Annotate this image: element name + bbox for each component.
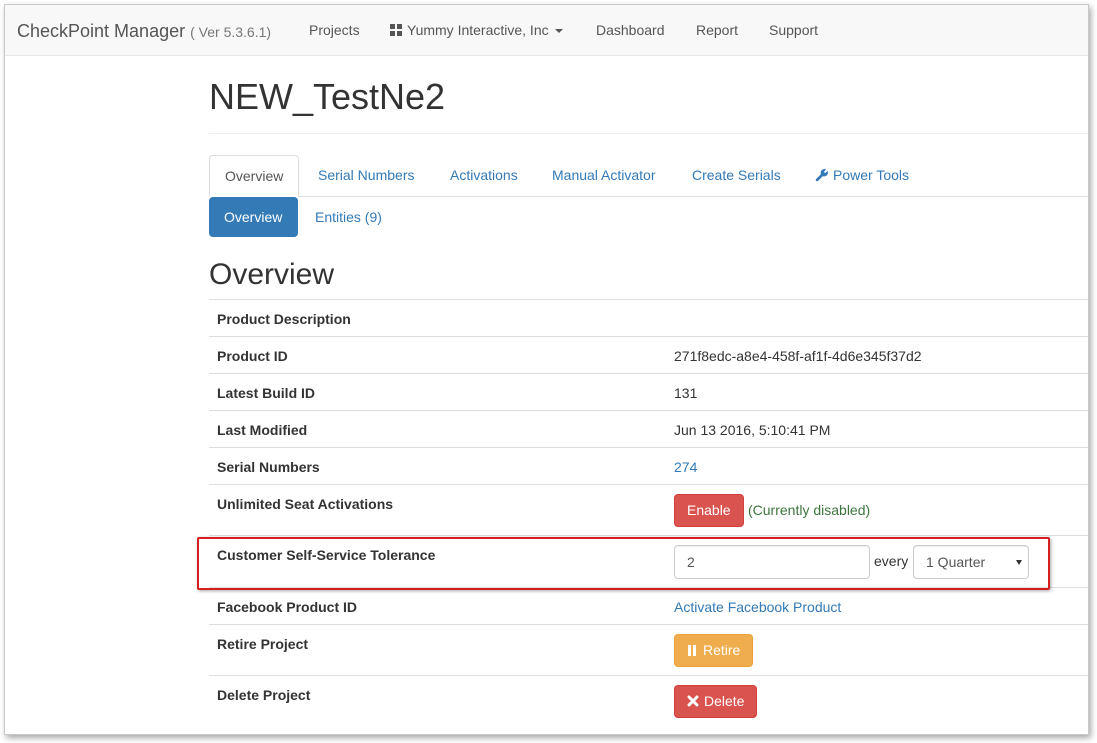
value-product-id: 271f8edc-a8e4-458f-af1f-4d6e345f37d2: [674, 348, 922, 364]
nav-report[interactable]: Report: [696, 22, 738, 38]
retire-button[interactable]: Retire: [674, 634, 754, 667]
tab-activations[interactable]: Activations: [435, 155, 533, 197]
tab-create-serials[interactable]: Create Serials: [677, 155, 796, 197]
table-row-unlimited-seat: Unlimited Seat Activations Enable (Curre…: [209, 484, 1088, 535]
retire-button-label: Retire: [703, 642, 741, 658]
table-row-last-modified: Last Modified Jun 13 2016, 5:10:41 PM: [209, 410, 1088, 447]
table-row-product-id: Product ID 271f8edc-a8e4-458f-af1f-4d6e3…: [209, 336, 1088, 373]
tab-overview[interactable]: Overview: [209, 155, 300, 197]
brand[interactable]: CheckPoint Manager ( Ver 5.3.6.1): [17, 21, 271, 42]
subtab-overview[interactable]: Overview: [209, 197, 298, 237]
header-divider: [209, 133, 1088, 134]
wrench-icon: [815, 169, 828, 182]
brand-name: CheckPoint Manager: [17, 21, 186, 41]
nav-projects[interactable]: Projects: [309, 22, 360, 38]
tab-power-tools[interactable]: Power Tools: [800, 155, 924, 197]
enable-button[interactable]: Enable: [674, 494, 744, 527]
caret-down-icon: [554, 29, 563, 33]
top-navbar: CheckPoint Manager ( Ver 5.3.6.1) Projec…: [5, 5, 1088, 56]
delete-button[interactable]: Delete: [674, 685, 758, 718]
remove-icon: [687, 695, 699, 707]
nav-support[interactable]: Support: [769, 22, 818, 38]
app-version: ( Ver 5.3.6.1): [190, 24, 272, 40]
value-last-modified: Jun 13 2016, 5:10:41 PM: [674, 422, 831, 438]
nav-dashboard[interactable]: Dashboard: [596, 22, 665, 38]
nav-company-dropdown[interactable]: Yummy Interactive, Inc: [390, 22, 563, 38]
label-serial-numbers: Serial Numbers: [217, 459, 320, 475]
label-delete: Delete Project: [217, 687, 311, 703]
table-row-product-description: Product Description: [209, 299, 1088, 336]
table-row-latest-build-id: Latest Build ID 131: [209, 373, 1088, 410]
page-title: NEW_TestNe2: [209, 76, 446, 117]
unlimited-seat-status: (Currently disabled): [748, 502, 871, 518]
value-latest-build-id: 131: [674, 385, 698, 401]
tab-manual-activator[interactable]: Manual Activator: [537, 155, 671, 197]
delete-button-label: Delete: [704, 693, 745, 709]
label-last-modified: Last Modified: [217, 422, 308, 438]
section-title: Overview: [209, 258, 335, 291]
activate-facebook-link[interactable]: Activate Facebook Product: [674, 599, 841, 615]
label-facebook: Facebook Product ID: [217, 599, 358, 615]
serial-numbers-link[interactable]: 274: [674, 459, 697, 475]
tab-serial-numbers[interactable]: Serial Numbers: [303, 155, 429, 197]
tab-power-tools-label: Power Tools: [833, 167, 910, 183]
app-window: CheckPoint Manager ( Ver 5.3.6.1) Projec…: [4, 4, 1089, 735]
label-product-id: Product ID: [217, 348, 288, 364]
label-latest-build-id: Latest Build ID: [217, 385, 316, 401]
label-unlimited-seat: Unlimited Seat Activations: [217, 496, 394, 512]
table-row-serial-numbers: Serial Numbers 274: [209, 447, 1088, 484]
label-retire: Retire Project: [217, 636, 309, 652]
annotation-highlight-box: [197, 537, 1050, 590]
grid-icon: [390, 24, 402, 36]
table-row-retire: Retire Project Retire: [209, 624, 1088, 675]
pause-icon: [688, 645, 696, 656]
company-name: Yummy Interactive, Inc: [407, 22, 549, 38]
table-row-delete: Delete Project Delete: [209, 675, 1088, 734]
table-row-facebook: Facebook Product ID Activate Facebook Pr…: [209, 587, 1088, 624]
label-product-description: Product Description: [217, 311, 351, 327]
subtab-entities[interactable]: Entities (9): [300, 197, 397, 237]
